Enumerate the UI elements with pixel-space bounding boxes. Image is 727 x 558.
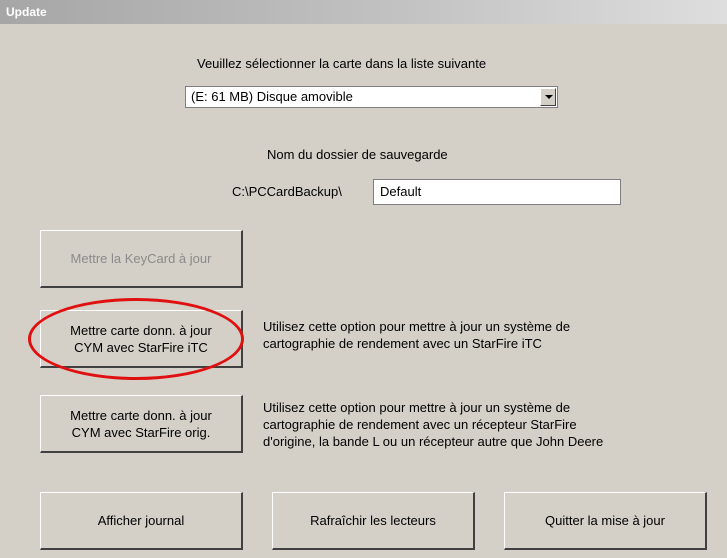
update-card-orig-label-1: Mettre carte donn. à jour (70, 407, 212, 423)
update-card-orig-label-2: CYM avec StarFire orig. (71, 424, 211, 440)
show-log-button[interactable]: Afficher journal (40, 492, 243, 550)
orig-description-line-1: Utilisez cette option pour mettre à jour… (263, 400, 571, 415)
quit-update-button[interactable]: Quitter la mise à jour (504, 492, 707, 550)
itc-option-description: Utilisez cette option pour mettre à jour… (263, 318, 570, 352)
backup-folder-input[interactable]: Default (373, 179, 621, 205)
update-card-itc-button[interactable]: Mettre carte donn. à jour CYM avec StarF… (40, 310, 243, 368)
chevron-down-icon[interactable] (540, 88, 556, 106)
update-card-itc-label-1: Mettre carte donn. à jour (70, 322, 212, 338)
itc-description-line-1: Utilisez cette option pour mettre à jour… (263, 319, 571, 334)
card-dropdown-value: (E: 61 MB) Disque amovible (191, 89, 353, 104)
itc-description-line-2: cartographie de rendement avec un StarFi… (263, 336, 542, 351)
update-card-orig-button[interactable]: Mettre carte donn. à jour CYM avec StarF… (40, 395, 243, 453)
card-dropdown[interactable]: (E: 61 MB) Disque amovible (185, 86, 558, 108)
orig-description-line-3: d'origine, la bande L ou un récepteur au… (263, 434, 604, 449)
refresh-drives-button[interactable]: Rafraîchir les lecteurs (272, 492, 475, 550)
orig-description-line-2: cartographie de rendement avec un récept… (263, 417, 577, 432)
update-keycard-button[interactable]: Mettre la KeyCard à jour (40, 230, 243, 288)
backup-path-prefix: C:\PCCardBackup\ (232, 184, 342, 199)
card-select-prompt: Veuillez sélectionner la carte dans la l… (197, 56, 487, 71)
backup-folder-label: Nom du dossier de sauvegarde (267, 147, 448, 162)
window-title: Update (0, 0, 727, 24)
orig-option-description: Utilisez cette option pour mettre à jour… (263, 399, 603, 450)
update-card-itc-label-2: CYM avec StarFire iTC (74, 339, 208, 355)
